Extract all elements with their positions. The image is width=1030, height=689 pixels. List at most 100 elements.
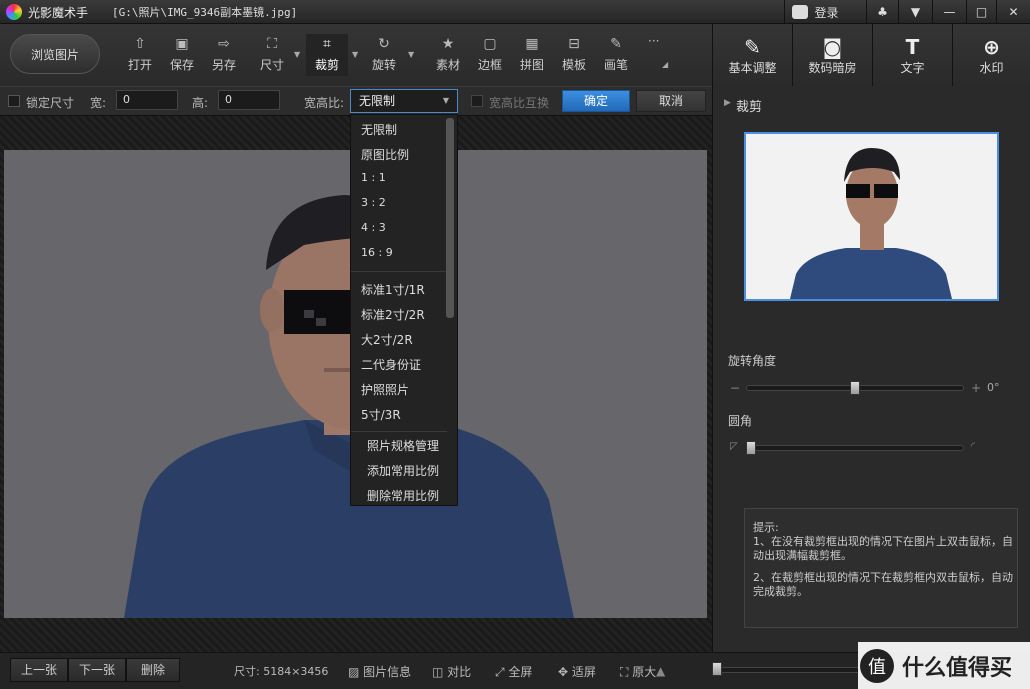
zoom-out-icon[interactable]: ▲ (656, 664, 665, 678)
dropdown-scrollbar[interactable] (446, 118, 454, 318)
crop-button[interactable]: ⌗ 裁剪 (306, 34, 348, 76)
corner-slider-thumb[interactable] (746, 441, 756, 455)
fit-icon: ✥ (558, 665, 572, 679)
size-option[interactable]: 标准1寸/1R (361, 281, 425, 298)
cancel-button[interactable]: 取消 (636, 90, 706, 112)
confirm-button[interactable]: 确定 (562, 90, 630, 112)
rotate-minus-icon[interactable]: − (730, 381, 740, 395)
crop-dropdown-icon[interactable]: ▼ (352, 50, 358, 59)
zoom-slider[interactable] (712, 667, 862, 673)
rotate-dropdown-icon[interactable]: ▼ (408, 50, 414, 59)
expand-icon[interactable]: ◢ (662, 60, 668, 69)
material-button[interactable]: ★ 素材 (428, 34, 468, 76)
add-image-icon: ⊕ (983, 34, 1000, 59)
brush-button[interactable]: ✎ 画笔 (596, 34, 636, 76)
swap-ratio-checkbox[interactable] (471, 95, 483, 107)
menu-icon: ▼ (910, 5, 921, 19)
sharp-corner-icon: ◸ (730, 441, 738, 452)
login-button[interactable]: 登录 (784, 0, 846, 24)
delete-button[interactable]: 删除 (126, 658, 180, 682)
skin-icon: ♣ (877, 5, 888, 19)
site-watermark: 值 什么值得买 (858, 642, 1030, 689)
ratio-option[interactable]: 无限制 (361, 121, 397, 138)
lock-size-label: 锁定尺寸 (26, 96, 75, 110)
height-input[interactable]: 0 (218, 90, 280, 110)
size-option[interactable]: 标准2寸/2R (361, 306, 425, 323)
chevron-right-icon: ▶ (724, 98, 731, 108)
ratio-option[interactable]: 4 : 3 (361, 221, 386, 234)
collage-button[interactable]: ▦ 拼图 (512, 34, 552, 76)
zoom-slider-thumb[interactable] (712, 662, 722, 676)
fit-screen-button[interactable]: ✥ 适屏 (558, 663, 596, 680)
browse-images-button[interactable]: 浏览图片 (10, 34, 100, 74)
ratio-option[interactable]: 16 : 9 (361, 246, 393, 259)
size-option[interactable]: 大2寸/2R (361, 331, 413, 348)
maximize-button[interactable]: □ (966, 0, 996, 24)
divider (351, 271, 447, 272)
minimize-button[interactable]: — (932, 0, 966, 24)
prev-image-button[interactable]: 上一张 (10, 658, 68, 682)
compare-button[interactable]: ◫ 对比 (432, 663, 471, 680)
text-icon: T (905, 34, 920, 59)
crop-icon: ⌗ (323, 36, 331, 52)
maximize-icon: □ (975, 5, 988, 19)
width-input[interactable]: 0 (116, 90, 178, 110)
resize-icon: ⛶ (267, 36, 277, 52)
panel-title: 裁剪 (736, 100, 763, 115)
fullscreen-button[interactable]: ⤢ 全屏 (495, 663, 532, 680)
rotate-value: 0° (987, 381, 1000, 394)
border-button[interactable]: ▢ 边框 (470, 34, 510, 76)
rotate-button[interactable]: ↻ 旋转 (364, 34, 404, 76)
add-ratio-option[interactable]: 添加常用比例 (367, 462, 439, 479)
watermark-logo: 值 (860, 648, 894, 683)
save-button[interactable]: ▣ 保存 (162, 34, 202, 76)
size-option[interactable]: 5寸/3R (361, 406, 401, 423)
ratio-dropdown-menu: 无限制 原图比例 1 : 1 3 : 2 4 : 3 16 : 9 标准1寸/1… (350, 114, 458, 506)
watermark-tab[interactable]: ⊕ 水印 (953, 24, 1030, 86)
resize-button[interactable]: ⛶ 尺寸 (252, 34, 292, 76)
star-icon: ★ (441, 36, 455, 52)
ratio-option[interactable]: 3 : 2 (361, 196, 386, 209)
rotate-plus-icon[interactable]: + (971, 381, 981, 395)
text-tab[interactable]: T 文字 (873, 24, 953, 86)
original-size-button[interactable]: ⛶ 原大 (620, 663, 656, 680)
more-button[interactable]: ··· (648, 34, 659, 48)
remove-ratio-option[interactable]: 删除常用比例 (367, 487, 439, 504)
size-option[interactable]: 护照照片 (361, 381, 409, 398)
rotate-slider-thumb[interactable] (850, 381, 860, 395)
close-icon: ✕ (1008, 5, 1019, 19)
ratio-option[interactable]: 原图比例 (361, 146, 409, 163)
grid-icon: ▦ (525, 36, 539, 52)
size-option[interactable]: 二代身份证 (361, 356, 421, 373)
save-as-button[interactable]: ⇨ 另存 (204, 34, 244, 76)
template-button[interactable]: ⊟ 模板 (554, 34, 594, 76)
ratio-label: 宽高比: (304, 96, 345, 110)
fullscreen-icon: ⤢ (495, 665, 509, 679)
next-image-button[interactable]: 下一张 (68, 658, 126, 682)
resize-dropdown-icon[interactable]: ▼ (294, 50, 300, 59)
divider (351, 431, 447, 432)
image-info-button[interactable]: ▨ 图片信息 (348, 663, 411, 680)
darkroom-tab[interactable]: ◙ 数码暗房 (793, 24, 873, 86)
width-label: 宽: (90, 96, 107, 110)
preview-image (746, 134, 997, 299)
close-button[interactable]: ✕ (996, 0, 1030, 24)
image-icon: ▨ (348, 665, 364, 679)
tip-text: 提示: 1、在没有裁剪框出现的情况下在图片上双击鼠标，自动出现满幅裁剪框。 2、… (753, 521, 1013, 598)
menu-button[interactable]: ▼ (898, 0, 932, 24)
skin-button[interactable]: ♣ (866, 0, 898, 24)
open-button[interactable]: ⇧ 打开 (120, 34, 160, 76)
ratio-select[interactable]: 无限制 ▼ (350, 89, 458, 113)
watermark-text: 什么值得买 (902, 655, 1013, 681)
manage-sizes-option[interactable]: 照片规格管理 (367, 437, 439, 454)
chevron-down-icon: ▼ (442, 96, 449, 105)
template-icon: ⊟ (568, 36, 580, 52)
save-as-icon: ⇨ (218, 36, 230, 52)
basic-adjust-tab[interactable]: ✎ 基本调整 (713, 24, 793, 86)
lock-size-checkbox[interactable] (8, 95, 20, 107)
corner-slider[interactable] (746, 445, 964, 451)
image-size: 尺寸: 5184×3456 (234, 665, 329, 678)
camera-icon: ◙ (822, 34, 843, 59)
ratio-option[interactable]: 1 : 1 (361, 171, 386, 184)
crop-preview (744, 132, 999, 301)
